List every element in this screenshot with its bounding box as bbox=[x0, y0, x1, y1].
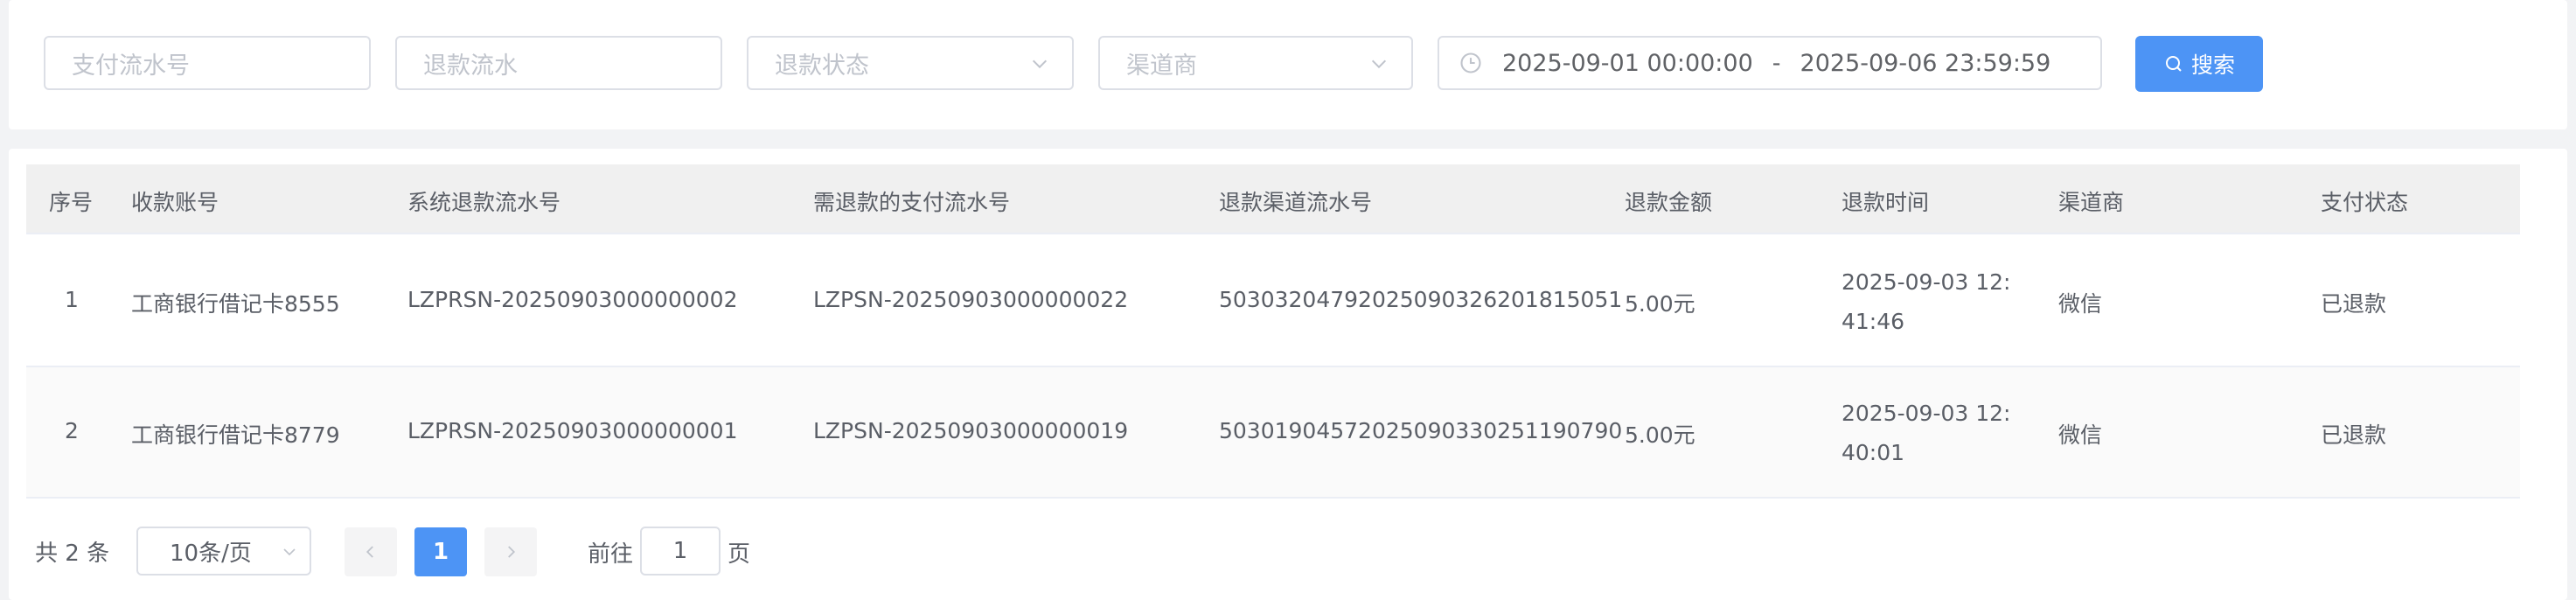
cell-amount: 5.00元 bbox=[1625, 291, 1695, 317]
page-size-select[interactable]: 10条/页 bbox=[136, 527, 311, 576]
col-header-channel-refund-serial: 退款渠道流水号 bbox=[1219, 190, 1373, 215]
cell-account: 工商银行借记卡8779 bbox=[131, 422, 340, 448]
date-separator: - bbox=[1772, 49, 1781, 77]
cell-pay-status: 已退款 bbox=[2321, 291, 2387, 317]
cell-refund-time: 2025-09-03 12:40:01 bbox=[1841, 401, 2011, 465]
payment-serial-input[interactable]: 支付流水号 bbox=[44, 36, 371, 90]
chevron-down-icon bbox=[283, 548, 296, 556]
cell-channel-refund-serial: 503032047920250903262018150​51 bbox=[1219, 287, 1623, 312]
refund-serial-placeholder: 退款流水 bbox=[423, 52, 518, 80]
next-page-button[interactable] bbox=[484, 527, 537, 576]
cell-refund-time: 2025-09-03 12:41:46 bbox=[1841, 269, 2011, 334]
table-row[interactable]: 1 工商银行借记卡8555 LZPRSN-20250903000000002 L… bbox=[26, 236, 2520, 367]
cell-payment-serial: LZPSN-20250903000000022 bbox=[813, 287, 1129, 312]
page-number-button[interactable]: 1 bbox=[414, 527, 467, 576]
search-button[interactable]: 搜索 bbox=[2135, 36, 2263, 92]
search-label: 搜索 bbox=[2190, 52, 2235, 78]
date-start[interactable]: 2025-09-01 00:00:00 bbox=[1502, 50, 1753, 77]
refund-status-select[interactable]: 退款状态 bbox=[747, 36, 1074, 90]
table-header: 序号 收款账号 系统退款流水号 需退款的支付流水号 退款渠道流水号 退款金额 退… bbox=[26, 164, 2520, 234]
chevron-down-icon bbox=[1371, 59, 1387, 69]
prev-page-button[interactable] bbox=[345, 527, 397, 576]
chevron-left-icon bbox=[366, 546, 373, 558]
cell-channel: 微信 bbox=[2058, 291, 2103, 317]
cell-pay-status: 已退款 bbox=[2321, 422, 2387, 448]
refund-status-placeholder: 退款状态 bbox=[775, 52, 869, 80]
col-header-channel: 渠道商 bbox=[2058, 190, 2125, 215]
col-header-pay-status: 支付状态 bbox=[2321, 190, 2409, 215]
channel-placeholder: 渠道商 bbox=[1126, 52, 1197, 80]
col-header-index: 序号 bbox=[49, 190, 94, 215]
cell-payment-serial: LZPSN-20250903000000019 bbox=[813, 418, 1129, 443]
refund-table-card: 序号 收款账号 系统退款流水号 需退款的支付流水号 退款渠道流水号 退款金额 退… bbox=[9, 149, 2567, 600]
chevron-down-icon bbox=[1032, 59, 1048, 69]
col-header-payment-serial: 需退款的支付流水号 bbox=[813, 190, 1011, 215]
date-end[interactable]: 2025-09-06 23:59:59 bbox=[1800, 50, 2051, 77]
col-header-refund-time: 退款时间 bbox=[1841, 190, 1930, 215]
search-icon bbox=[2165, 56, 2182, 72]
page-size-value: 10条/页 bbox=[170, 540, 252, 567]
clock-icon bbox=[1460, 52, 1481, 73]
date-range-picker[interactable]: 2025-09-01 00:00:00 - 2025-09-06 23:59:5… bbox=[1438, 36, 2102, 90]
cell-channel-refund-serial: 50301904572025090330251190790 bbox=[1219, 418, 1623, 443]
goto-page-input[interactable]: 1 bbox=[640, 527, 721, 576]
goto-prefix: 前往 bbox=[588, 541, 634, 568]
payment-serial-placeholder: 支付流水号 bbox=[72, 52, 190, 80]
cell-system-refund-serial: LZPRSN-20250903000000002 bbox=[407, 287, 738, 312]
refund-serial-input[interactable]: 退款流水 bbox=[395, 36, 722, 90]
goto-suffix: 页 bbox=[728, 541, 751, 568]
cell-account: 工商银行借记卡8555 bbox=[131, 291, 340, 317]
cell-index: 2 bbox=[65, 418, 79, 443]
filter-bar: 支付流水号 退款流水 退款状态 渠道商 2025-09-01 00:00:00 … bbox=[9, 0, 2567, 129]
cell-index: 1 bbox=[65, 287, 79, 312]
col-header-system-refund-serial: 系统退款流水号 bbox=[407, 190, 561, 215]
table-row[interactable]: 2 工商银行借记卡8779 LZPRSN-20250903000000001 L… bbox=[26, 367, 2520, 499]
chevron-right-icon bbox=[508, 546, 516, 558]
col-header-account: 收款账号 bbox=[131, 190, 219, 215]
cell-channel: 微信 bbox=[2058, 422, 2103, 448]
channel-select[interactable]: 渠道商 bbox=[1098, 36, 1413, 90]
cell-amount: 5.00元 bbox=[1625, 422, 1695, 448]
col-header-amount: 退款金额 bbox=[1625, 190, 1713, 215]
cell-system-refund-serial: LZPRSN-20250903000000001 bbox=[407, 418, 738, 443]
pagination-total: 共 2 条 bbox=[35, 541, 110, 567]
